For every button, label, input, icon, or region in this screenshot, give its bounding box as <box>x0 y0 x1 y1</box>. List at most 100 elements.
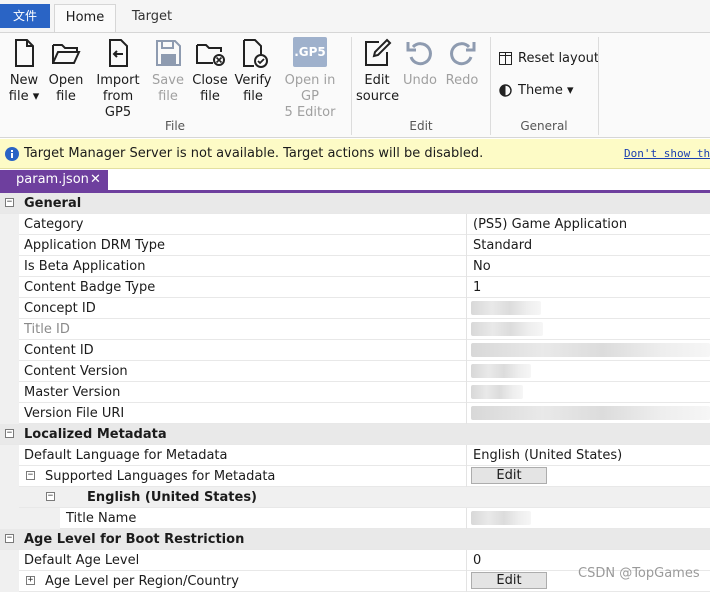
open-file-label-2: file <box>56 89 76 104</box>
property-row[interactable]: Is Beta Application No <box>0 256 710 277</box>
property-row[interactable]: Content ID <box>0 340 710 361</box>
property-value[interactable]: Standard <box>473 238 532 253</box>
property-label: Application DRM Type <box>24 238 166 253</box>
new-file-button[interactable]: New file ▾ <box>6 37 42 105</box>
verify-file-button[interactable]: Verify file <box>234 37 272 105</box>
ribbon: New file ▾ Open file Import from GP5 Sav… <box>0 32 710 138</box>
property-value[interactable]: (PS5) Game Application <box>473 217 627 232</box>
collapse-icon[interactable]: − <box>46 492 55 501</box>
theme-label: Theme ▾ <box>518 83 574 98</box>
property-label: Version File URI <box>24 406 125 421</box>
save-icon <box>156 40 181 66</box>
redacted-value <box>471 511 531 525</box>
group-separator <box>351 37 352 135</box>
expand-icon[interactable]: + <box>26 576 35 585</box>
open-gp5-label-2: 5 Editor <box>284 105 336 120</box>
category-age-level[interactable]: − Age Level for Boot Restriction <box>0 529 710 550</box>
collapse-icon[interactable]: − <box>26 471 35 480</box>
property-label: Title ID <box>24 322 70 337</box>
new-file-label: New <box>9 73 39 88</box>
import-label-2: from GP5 <box>102 89 134 120</box>
watermark: CSDN @TopGames <box>578 566 700 581</box>
gp5-icon: .GP5 <box>293 37 327 67</box>
close-label: Close <box>192 73 228 88</box>
redo-label: Redo <box>445 73 479 88</box>
collapse-icon[interactable]: − <box>5 198 14 207</box>
property-row[interactable]: Title Name <box>0 508 710 529</box>
theme-dropdown[interactable]: Theme ▾ <box>499 83 574 98</box>
undo-label: Undo <box>403 73 437 88</box>
property-row[interactable]: Default Language for Metadata English (U… <box>0 445 710 466</box>
close-icon[interactable]: ✕ <box>90 170 101 190</box>
undo-button[interactable]: Undo <box>402 37 438 89</box>
property-label: Concept ID <box>24 301 96 316</box>
tab-param-json[interactable]: param.json ✕ <box>0 170 108 190</box>
document-tab-strip: param.json ✕ <box>0 169 710 191</box>
property-label: Default Age Level <box>24 553 140 568</box>
tab-home[interactable]: Home <box>54 4 116 32</box>
ribbon-tab-bar: 文件 Home Target <box>0 0 710 32</box>
open-file-button[interactable]: Open file <box>48 37 84 105</box>
category-localized-metadata[interactable]: − Localized Metadata <box>0 424 710 445</box>
dont-show-link[interactable]: Don't show this <box>624 147 710 160</box>
property-row[interactable]: Concept ID <box>0 298 710 319</box>
property-value[interactable]: 0 <box>473 553 481 568</box>
edit-source-label-2: source <box>356 89 400 104</box>
new-file-icon <box>15 39 34 67</box>
property-value[interactable]: English (United States) <box>473 448 622 463</box>
property-value[interactable]: 1 <box>473 280 481 295</box>
layout-icon <box>499 52 512 65</box>
property-row[interactable]: Title ID <box>0 319 710 340</box>
reset-layout-label: Reset layout <box>518 51 600 66</box>
open-in-gp5-editor-button[interactable]: .GP5 Open in GP 5 Editor <box>275 37 345 121</box>
edit-group-label: Edit <box>409 119 433 133</box>
property-row[interactable]: Master Version <box>0 382 710 403</box>
edit-age-level-button[interactable]: Edit <box>471 572 547 589</box>
open-gp5-label: Open in GP <box>284 73 336 104</box>
new-file-label-2: file ▾ <box>8 89 40 104</box>
property-row[interactable]: Application DRM Type Standard <box>0 235 710 256</box>
property-value[interactable]: No <box>473 259 491 274</box>
open-folder-icon <box>52 44 81 64</box>
close-folder-icon <box>196 44 225 66</box>
collapse-icon[interactable]: − <box>5 429 14 438</box>
group-separator <box>490 37 491 135</box>
reset-layout-button[interactable]: Reset layout <box>499 51 599 66</box>
category-general[interactable]: − General <box>0 193 710 214</box>
file-group-label: File <box>164 119 186 133</box>
import-gp5-button[interactable]: Import from GP5 <box>89 37 147 121</box>
redacted-value <box>471 322 543 336</box>
info-icon <box>5 147 19 161</box>
edit-source-icon <box>365 38 392 66</box>
save-label-2: file <box>158 89 178 104</box>
close-label-2: file <box>200 89 220 104</box>
property-row[interactable]: Content Badge Type 1 <box>0 277 710 298</box>
doc-tab-label: param.json <box>16 172 89 187</box>
redacted-value <box>471 343 710 357</box>
property-label: Is Beta Application <box>24 259 146 274</box>
tab-target[interactable]: Target <box>122 4 182 32</box>
property-grid: − General Category (PS5) Game Applicatio… <box>0 193 710 592</box>
property-row[interactable]: − Supported Languages for Metadata Edit <box>0 466 710 487</box>
verify-label: Verify <box>234 73 272 88</box>
redo-button[interactable]: Redo <box>444 37 480 89</box>
verify-icon <box>243 39 268 68</box>
save-file-button[interactable]: Save file <box>151 37 185 105</box>
property-label: Title Name <box>66 511 137 526</box>
property-row[interactable]: Content Version <box>0 361 710 382</box>
property-row[interactable]: Category (PS5) Game Application <box>0 214 710 235</box>
info-message: Target Manager Server is not available. … <box>24 146 484 161</box>
property-row[interactable]: − English (United States) <box>0 487 710 508</box>
edit-languages-button[interactable]: Edit <box>471 467 547 484</box>
property-row[interactable]: Version File URI <box>0 403 710 424</box>
collapse-icon[interactable]: − <box>5 534 14 543</box>
property-label: Content ID <box>24 343 94 358</box>
category-label: General <box>24 196 82 211</box>
tab-file[interactable]: 文件 <box>0 4 50 28</box>
close-file-button[interactable]: Close file <box>192 37 228 105</box>
edit-source-button[interactable]: Edit source <box>356 37 400 105</box>
save-label: Save <box>152 73 184 88</box>
info-bar: Target Manager Server is not available. … <box>0 139 710 169</box>
import-label: Import <box>96 73 140 88</box>
redacted-value <box>471 301 541 315</box>
